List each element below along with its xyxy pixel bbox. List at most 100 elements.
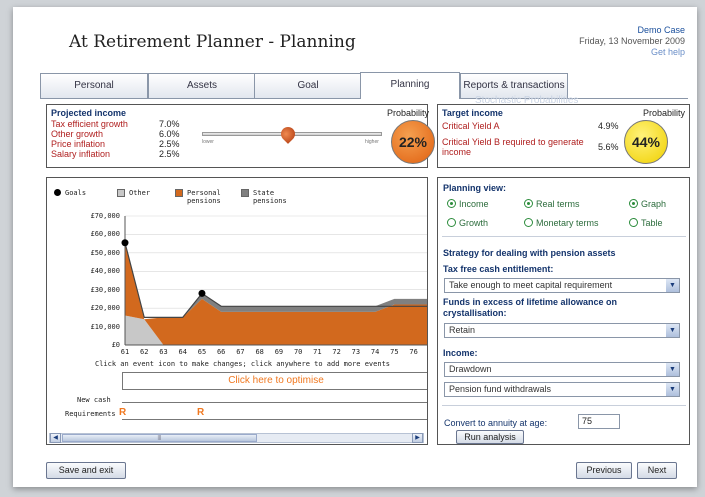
radio-real-terms[interactable]: Real terms bbox=[524, 199, 580, 209]
radio-label: Table bbox=[641, 218, 663, 228]
radio-graph[interactable]: Graph bbox=[629, 199, 666, 209]
x-tick-label: 62 bbox=[140, 348, 148, 356]
radio-icon[interactable] bbox=[524, 199, 533, 208]
requirement-marker[interactable]: R bbox=[197, 407, 204, 418]
save-exit-button[interactable]: Save and exit bbox=[46, 462, 126, 479]
row-value: 6.0% bbox=[159, 129, 180, 139]
ghost-label: Stochastic Probabilities bbox=[475, 95, 579, 106]
target-income-panel: Target income Critical Yield A 4.9% Crit… bbox=[437, 104, 690, 168]
x-tick-label: 63 bbox=[159, 348, 167, 356]
row-value: 7.0% bbox=[159, 119, 180, 129]
radio-icon[interactable] bbox=[524, 218, 533, 227]
row-label: Critical Yield A bbox=[442, 121, 500, 131]
row-value: 2.5% bbox=[159, 149, 180, 159]
tfc-label: Tax free cash entitlement: bbox=[443, 264, 554, 274]
header-meta: Demo Case Friday, 13 November 2009 Get h… bbox=[579, 25, 685, 58]
scroll-thumb[interactable]: ||| bbox=[62, 434, 257, 442]
probability-label: Probability bbox=[643, 108, 686, 118]
previous-button[interactable]: Previous bbox=[576, 462, 632, 479]
row-label: Tax efficient growth bbox=[51, 119, 128, 129]
tab-planning[interactable]: Planning bbox=[360, 72, 460, 99]
new-cash-label: New cash bbox=[77, 396, 111, 404]
income-select[interactable]: Drawdown ▼ bbox=[444, 362, 680, 377]
radio-monetary-terms[interactable]: Monetary terms bbox=[524, 218, 599, 228]
annuity-label: Convert to annuity at age: bbox=[444, 418, 548, 428]
goal-point bbox=[121, 239, 129, 247]
planning-view-panel: Planning view: Income Real terms Graph G… bbox=[437, 177, 690, 445]
x-tick-label: 67 bbox=[236, 348, 244, 356]
requirements-lane[interactable] bbox=[122, 404, 427, 420]
strategy-title: Strategy for dealing with pension assets bbox=[443, 248, 616, 258]
radio-icon[interactable] bbox=[447, 199, 456, 208]
probability-badge: 22% bbox=[391, 120, 435, 164]
requirements-label: Requirements bbox=[65, 410, 116, 418]
chevron-down-icon[interactable]: ▼ bbox=[666, 383, 679, 396]
slider-low: lower bbox=[202, 139, 214, 145]
area-personal-pensions bbox=[125, 242, 427, 345]
row-label: Other growth bbox=[51, 129, 104, 139]
x-tick-label: 74 bbox=[371, 348, 379, 356]
annuity-age-input[interactable]: 75 bbox=[578, 414, 620, 429]
radio-income[interactable]: Income bbox=[447, 199, 489, 209]
x-tick-label: 73 bbox=[352, 348, 360, 356]
x-tick-label: 75 bbox=[390, 348, 398, 356]
radio-icon[interactable] bbox=[629, 218, 638, 227]
radio-label: Real terms bbox=[536, 199, 580, 209]
x-tick-label: 76 bbox=[409, 348, 417, 356]
radio-label: Growth bbox=[459, 218, 489, 228]
planning-view-title: Planning view: bbox=[443, 183, 507, 193]
slider-thumb[interactable] bbox=[278, 124, 298, 144]
probability-label: Probability bbox=[387, 108, 430, 118]
lta-select[interactable]: Retain ▼ bbox=[444, 323, 680, 338]
requirement-marker[interactable]: R bbox=[119, 407, 126, 418]
run-analysis-button[interactable]: Run analysis bbox=[456, 430, 524, 444]
projected-title: Projected income bbox=[51, 108, 127, 118]
lta-label: Funds in excess of lifetime allowance on… bbox=[443, 297, 618, 318]
row-value: 4.9% bbox=[598, 121, 619, 131]
optimise-button[interactable]: Click here to optimise bbox=[122, 372, 427, 390]
target-line bbox=[124, 242, 427, 318]
help-link[interactable]: Get help bbox=[579, 47, 685, 58]
chevron-down-icon[interactable]: ▼ bbox=[666, 363, 679, 376]
row-value: 5.6% bbox=[598, 142, 619, 152]
withdrawal-select[interactable]: Pension fund withdrawals ▼ bbox=[444, 382, 680, 397]
radio-icon[interactable] bbox=[629, 199, 638, 208]
radio-growth[interactable]: Growth bbox=[447, 218, 488, 228]
x-tick-label: 72 bbox=[332, 348, 340, 356]
x-tick-label: 71 bbox=[313, 348, 321, 356]
chevron-down-icon[interactable]: ▼ bbox=[666, 324, 679, 337]
scroll-right-icon[interactable]: ▶ bbox=[412, 433, 423, 443]
x-tick-label: 68 bbox=[255, 348, 263, 356]
goal-point bbox=[198, 289, 206, 297]
page-title: At Retirement Planner - Planning bbox=[69, 32, 356, 52]
radio-table[interactable]: Table bbox=[629, 218, 663, 228]
divider bbox=[442, 236, 686, 237]
radio-label: Monetary terms bbox=[536, 218, 599, 228]
projected-income-panel: Projected income Tax efficient growth 7.… bbox=[46, 104, 435, 168]
x-tick-label: 69 bbox=[275, 348, 283, 356]
row-label: Salary inflation bbox=[51, 149, 111, 159]
horizontal-scrollbar[interactable]: ◀ ||| ▶ bbox=[49, 433, 424, 443]
scroll-left-icon[interactable]: ◀ bbox=[50, 433, 61, 443]
x-tick-label: 61 bbox=[121, 348, 129, 356]
radio-label: Graph bbox=[641, 199, 667, 209]
next-button[interactable]: Next bbox=[637, 462, 677, 479]
tfc-select[interactable]: Take enough to meet capital requirement ▼ bbox=[444, 278, 680, 293]
new-cash-lane[interactable] bbox=[122, 390, 427, 403]
current-date: Friday, 13 November 2009 bbox=[579, 36, 685, 46]
row-value: 2.5% bbox=[159, 139, 180, 149]
radio-icon[interactable] bbox=[447, 218, 456, 227]
row-label: Price inflation bbox=[51, 139, 106, 149]
slider-high: higher bbox=[365, 139, 379, 145]
chevron-down-icon[interactable]: ▼ bbox=[666, 279, 679, 292]
tab-personal[interactable]: Personal bbox=[40, 73, 148, 98]
tab-goal[interactable]: Goal bbox=[254, 73, 362, 98]
tab-assets[interactable]: Assets bbox=[148, 73, 256, 98]
chart-panel: Goals Other Personal pensions State pens… bbox=[46, 177, 428, 445]
chart-hint: Click an event icon to make changes; cli… bbox=[95, 360, 391, 368]
probability-badge: 44% bbox=[624, 120, 668, 164]
income-label: Income: bbox=[443, 348, 478, 358]
row-label: Critical Yield B required to generate in… bbox=[442, 137, 584, 157]
app-window: At Retirement Planner - Planning Demo Ca… bbox=[13, 7, 697, 487]
x-tick-label: 66 bbox=[217, 348, 225, 356]
